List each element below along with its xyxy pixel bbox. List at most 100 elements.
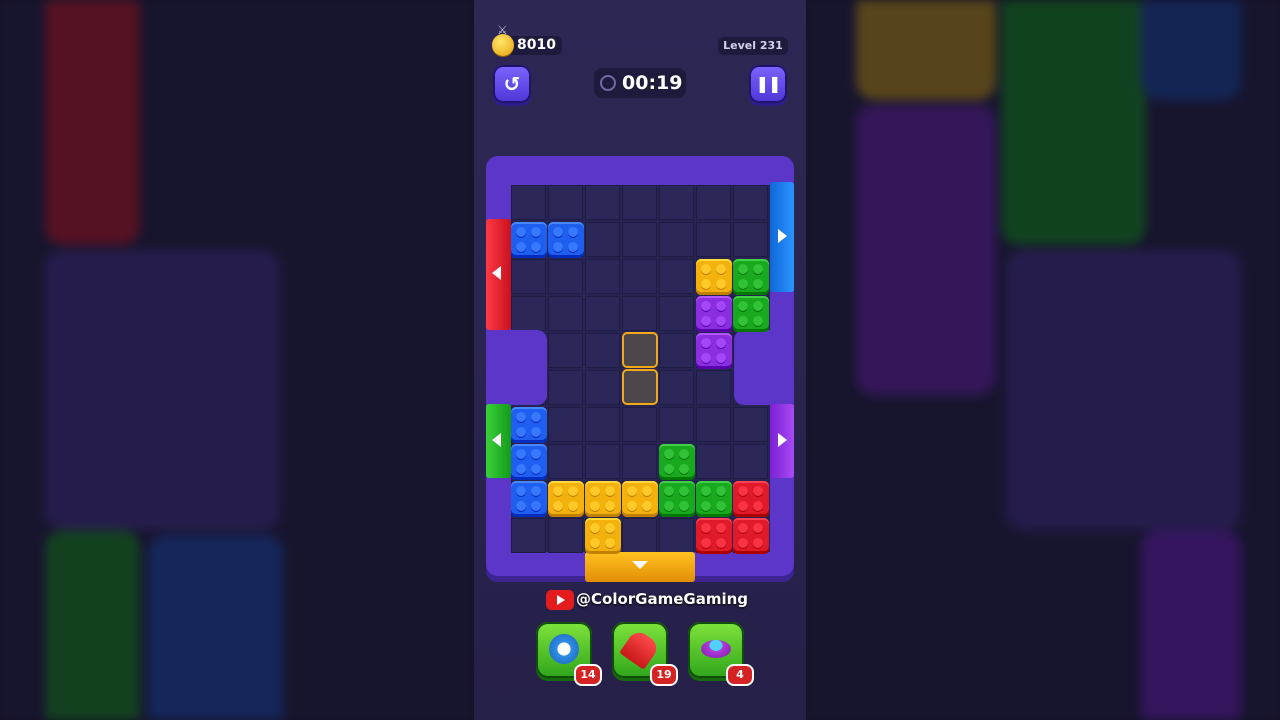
lego-stud xyxy=(516,449,526,459)
powerup-rocket-button[interactable]: 19 xyxy=(612,622,678,686)
board-cell xyxy=(548,444,583,479)
board-cell xyxy=(696,407,731,442)
lego-stud xyxy=(679,464,689,474)
green-l-block[interactable] xyxy=(696,481,732,517)
lego-stud xyxy=(716,316,726,326)
undo-button[interactable]: ↺ xyxy=(493,65,531,103)
green-block-vertical[interactable] xyxy=(733,259,769,295)
wall-notch-right xyxy=(734,330,770,405)
clock-icon xyxy=(600,75,616,91)
coin-icon xyxy=(492,34,514,56)
board-cell xyxy=(585,370,620,405)
lego-stud xyxy=(553,501,563,511)
yellow-block-small[interactable] xyxy=(696,259,732,295)
green-block-vertical[interactable] xyxy=(733,296,769,332)
blue-block-horizontal[interactable] xyxy=(548,222,584,258)
board-cell xyxy=(659,333,694,368)
lego-stud xyxy=(753,523,763,533)
board-cell xyxy=(548,259,583,294)
lego-stud xyxy=(516,501,526,511)
board-cell xyxy=(733,407,768,442)
lego-stud xyxy=(568,242,578,252)
lego-stud xyxy=(590,523,600,533)
yellow-t-block[interactable] xyxy=(585,481,621,517)
lego-stud xyxy=(664,464,674,474)
yellow-t-block[interactable] xyxy=(585,518,621,554)
lego-stud xyxy=(516,464,526,474)
board-cell xyxy=(585,333,620,368)
board-cell xyxy=(585,185,620,220)
lego-stud xyxy=(753,538,763,548)
yellow-t-block[interactable] xyxy=(622,481,658,517)
board-cell xyxy=(622,444,657,479)
lego-stud xyxy=(531,501,541,511)
board-cell xyxy=(548,333,583,368)
board-cell xyxy=(548,296,583,331)
pause-button[interactable]: ❚❚ xyxy=(749,65,787,103)
lego-stud xyxy=(679,501,689,511)
lego-stud xyxy=(716,338,726,348)
board-cell xyxy=(548,370,583,405)
board-cell xyxy=(548,185,583,220)
lego-stud xyxy=(516,227,526,237)
board-cell xyxy=(622,259,657,294)
powerup-count: 14 xyxy=(574,664,602,686)
blue-block-vertical[interactable] xyxy=(511,444,547,480)
purple-block-vertical[interactable] xyxy=(696,333,732,369)
blue-block-horizontal[interactable] xyxy=(511,222,547,258)
lego-stud xyxy=(553,486,563,496)
lego-stud xyxy=(605,486,615,496)
lego-stud xyxy=(701,486,711,496)
lego-stud xyxy=(716,538,726,548)
lego-stud xyxy=(701,501,711,511)
lego-stud xyxy=(716,279,726,289)
lego-stud xyxy=(701,279,711,289)
lego-stud xyxy=(701,301,711,311)
lego-stud xyxy=(516,486,526,496)
ufo-icon xyxy=(701,640,731,658)
lego-stud xyxy=(716,353,726,363)
board-cell xyxy=(696,185,731,220)
lego-stud xyxy=(605,538,615,548)
red-l-block[interactable] xyxy=(696,518,732,554)
red-l-block[interactable] xyxy=(733,481,769,517)
lego-stud xyxy=(531,486,541,496)
board-cell xyxy=(659,407,694,442)
lego-stud xyxy=(738,523,748,533)
lego-stud xyxy=(664,486,674,496)
background-right xyxy=(806,0,1280,720)
board-cell xyxy=(622,185,657,220)
board-cell xyxy=(622,518,657,553)
target-slot xyxy=(622,332,658,368)
youtube-icon xyxy=(546,590,574,610)
purple-block-vertical[interactable] xyxy=(696,296,732,332)
lego-stud xyxy=(701,523,711,533)
green-l-block[interactable] xyxy=(659,444,695,480)
lego-stud xyxy=(738,264,748,274)
red-l-block[interactable] xyxy=(733,518,769,554)
lego-stud xyxy=(753,264,763,274)
lego-stud xyxy=(753,316,763,326)
blue-block-vertical[interactable] xyxy=(511,481,547,517)
lego-stud xyxy=(531,427,541,437)
lego-stud xyxy=(753,301,763,311)
green-l-block[interactable] xyxy=(659,481,695,517)
yellow-t-block[interactable] xyxy=(548,481,584,517)
lego-stud xyxy=(664,501,674,511)
board-cell xyxy=(622,407,657,442)
lego-stud xyxy=(605,501,615,511)
powerup-ufo-button[interactable]: 4 xyxy=(688,622,754,686)
lego-stud xyxy=(531,449,541,459)
pause-icon: ❚❚ xyxy=(755,74,782,93)
lego-stud xyxy=(627,486,637,496)
target-slot xyxy=(622,369,658,405)
lego-stud xyxy=(716,264,726,274)
board-cell xyxy=(659,259,694,294)
lego-stud xyxy=(738,279,748,289)
powerup-freeze-time-button[interactable]: 14 xyxy=(536,622,602,686)
board-cell xyxy=(696,222,731,257)
lego-stud xyxy=(753,279,763,289)
blue-block-vertical[interactable] xyxy=(511,407,547,443)
lego-stud xyxy=(642,501,652,511)
lego-stud xyxy=(605,523,615,533)
